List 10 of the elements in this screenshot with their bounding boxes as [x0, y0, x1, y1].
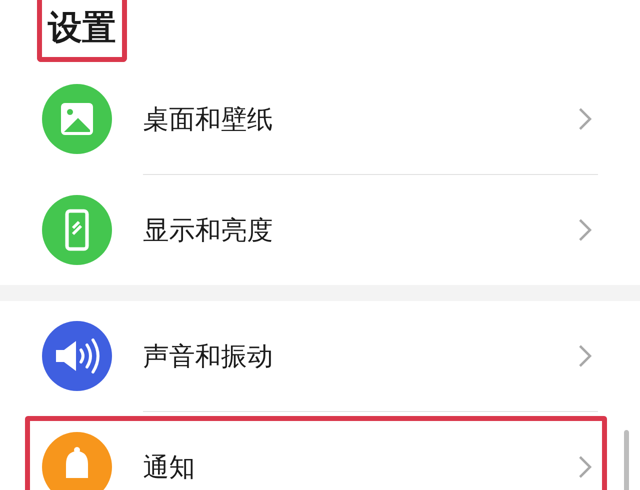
page-title: 设置 [37, 0, 127, 62]
settings-item[interactable]: 声音和振动 [25, 305, 607, 407]
settings-item[interactable]: 显示和亮度 [25, 179, 607, 281]
chevron-icon [578, 107, 592, 131]
settings-item[interactable]: 桌面和壁纸 [25, 68, 607, 170]
chevron-icon [578, 344, 592, 368]
settings-item[interactable]: 通知 [25, 416, 607, 490]
chevron-icon [578, 455, 592, 479]
chevron-icon [578, 218, 592, 242]
scrollbar [624, 430, 629, 490]
